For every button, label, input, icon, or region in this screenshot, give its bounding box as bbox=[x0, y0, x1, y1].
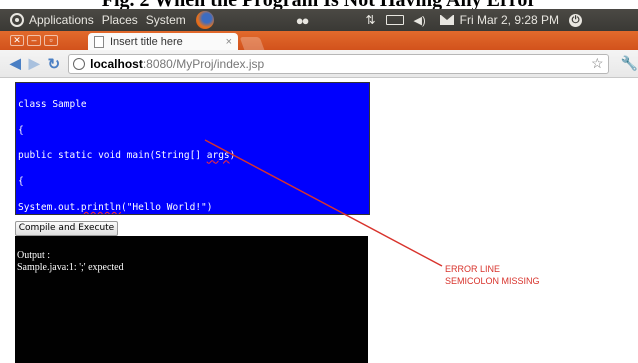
maximize-window-icon[interactable]: ▫ bbox=[44, 35, 58, 46]
forward-arrow-icon[interactable]: ▶ bbox=[29, 55, 40, 72]
browser-toolbar: ◀ ▶ ↻ localhost :8080/MyProj/index.jsp ☆… bbox=[0, 50, 638, 78]
new-tab-button[interactable] bbox=[239, 37, 265, 50]
ubuntu-logo-icon bbox=[10, 13, 24, 27]
url-path: :8080/MyProj/index.jsp bbox=[142, 56, 265, 71]
panel-menu: Applications Places System bbox=[0, 9, 214, 31]
back-arrow-icon[interactable]: ◀ bbox=[10, 55, 21, 72]
network-icon[interactable]: ⇅ bbox=[365, 13, 375, 27]
code-line-main: public static void main(String[] args) bbox=[18, 150, 236, 162]
annotation-line-2: SEMICOLON MISSING bbox=[445, 276, 540, 286]
code-line: { bbox=[18, 124, 24, 136]
browser-tab[interactable]: Insert title here × bbox=[88, 33, 238, 50]
menu-system[interactable]: System bbox=[146, 13, 186, 27]
figure-caption: Fig. 2 When the Program Is Not Having An… bbox=[0, 0, 638, 9]
code-line-error: System.out.println("Hello World!") bbox=[18, 201, 213, 213]
browser-tab-strip: ✕ – ▫ Insert title here × bbox=[0, 31, 638, 50]
output-console: Output : Sample.java:1: ';' expected bbox=[15, 236, 368, 363]
close-window-icon[interactable]: ✕ bbox=[10, 35, 24, 46]
battery-icon[interactable] bbox=[385, 15, 404, 25]
url-host: localhost bbox=[90, 56, 143, 71]
compile-execute-button[interactable]: Compile and Execute bbox=[15, 221, 118, 236]
page-icon bbox=[94, 35, 104, 48]
wrench-menu-icon[interactable]: 🔧 bbox=[621, 55, 638, 72]
error-annotation: ERROR LINE SEMICOLON MISSING bbox=[445, 263, 540, 287]
reload-icon[interactable]: ↻ bbox=[48, 55, 61, 73]
code-editor[interactable]: class Sample { public static void main(S… bbox=[15, 82, 370, 215]
address-bar[interactable]: localhost :8080/MyProj/index.jsp ☆ bbox=[68, 53, 609, 74]
menu-applications[interactable]: Applications bbox=[29, 13, 94, 27]
tab-close-icon[interactable]: × bbox=[226, 36, 232, 48]
annotation-line-1: ERROR LINE bbox=[445, 264, 501, 274]
volume-icon[interactable]: ◀) bbox=[414, 14, 426, 27]
code-line: class Sample bbox=[18, 99, 87, 110]
mail-icon[interactable] bbox=[439, 15, 454, 25]
bookmark-star-icon[interactable]: ☆ bbox=[591, 55, 604, 72]
output-label: Output : bbox=[17, 250, 51, 261]
minimize-window-icon[interactable]: – bbox=[27, 35, 41, 46]
firefox-launcher-icon[interactable] bbox=[195, 11, 214, 29]
page-info-icon[interactable] bbox=[73, 57, 86, 70]
code-line: { bbox=[18, 176, 24, 188]
panel-clock[interactable]: Fri Mar 2, 9:28 PM bbox=[460, 13, 559, 27]
desktop-top-panel: Applications Places System ●● ⇅ ◀) Fri M… bbox=[0, 9, 638, 31]
power-icon[interactable]: ⏻ bbox=[569, 13, 583, 27]
menu-places[interactable]: Places bbox=[102, 13, 138, 27]
tab-title: Insert title here bbox=[110, 35, 183, 48]
window-controls: ✕ – ▫ bbox=[0, 31, 61, 50]
eyes-applet-icon: ●● bbox=[295, 12, 310, 28]
output-error-text: Sample.java:1: ';' expected bbox=[17, 262, 124, 273]
